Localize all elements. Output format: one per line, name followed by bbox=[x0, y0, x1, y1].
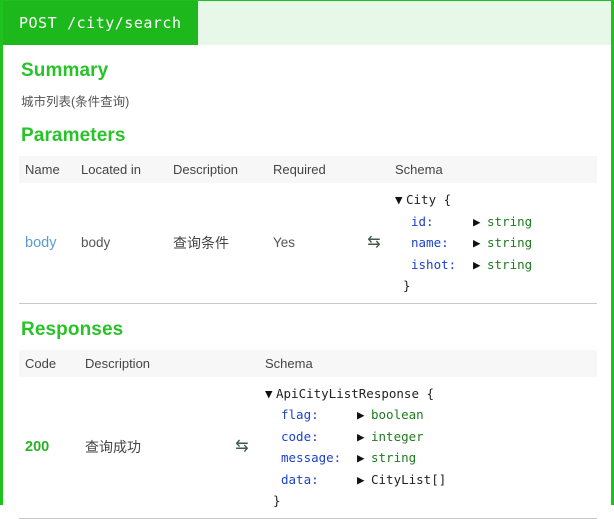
column-header-schema: Schema bbox=[395, 156, 597, 183]
column-header-spacer bbox=[219, 349, 265, 377]
parameter-name-cell: body bbox=[19, 183, 81, 303]
chevron-right-icon[interactable]: ▶ bbox=[357, 426, 371, 448]
response-code-cell: 200 bbox=[19, 377, 85, 518]
responses-heading: Responses bbox=[21, 318, 124, 340]
status-badge: 200 bbox=[25, 439, 50, 455]
column-header-description: Description bbox=[173, 156, 273, 183]
schema-open-brace: { bbox=[419, 385, 435, 401]
schema-tree-parameters: ▼ City { id: ▶ string name: ▶ string ishot: ▶ s… bbox=[395, 189, 597, 297]
chevron-right-icon[interactable]: ▶ bbox=[357, 469, 371, 491]
schema-property-key: data: bbox=[281, 471, 319, 487]
schema-property-type: boolean bbox=[371, 407, 424, 422]
responses-table: Code Description Schema 200 查询成功 ⇆ ▼ Api… bbox=[19, 349, 597, 518]
schema-property-key: message: bbox=[281, 450, 342, 465]
parameter-located-in-cell: body bbox=[81, 235, 111, 251]
response-schema-cell: ▼ ApiCityListResponse { flag: ▶ boolean cod… bbox=[265, 377, 597, 518]
schema-close-brace: } bbox=[403, 278, 411, 293]
parameters-table-head: Name Located in Description Required Sch… bbox=[19, 156, 597, 183]
schema-model-name: City bbox=[406, 192, 437, 207]
schema-property-row: message: ▶ string bbox=[265, 447, 597, 469]
column-header-spacer bbox=[353, 156, 395, 183]
responses-table-head: Code Description Schema bbox=[19, 349, 597, 377]
schema-property-row: id: ▶ string bbox=[395, 211, 597, 233]
schema-property-row: name: ▶ string bbox=[395, 232, 597, 254]
swap-icon[interactable]: ⇆ bbox=[367, 234, 380, 251]
swap-icon[interactable]: ⇆ bbox=[235, 438, 248, 455]
column-header-located-in: Located in bbox=[81, 156, 173, 183]
schema-property-key: name: bbox=[411, 235, 449, 250]
schema-property-type: string bbox=[371, 450, 417, 465]
parameter-required-text: Yes bbox=[273, 235, 296, 251]
table-row: body body 查询条件 Yes ⇆ ▼ City {id: ▶ stri… bbox=[19, 183, 597, 303]
response-description-text: 查询成功 bbox=[85, 439, 141, 455]
parameter-required-cell: Yes bbox=[273, 183, 353, 303]
chevron-right-icon[interactable]: ▶ bbox=[357, 447, 371, 469]
endpoint-method-tab[interactable]: POST /city/search bbox=[3, 1, 198, 45]
parameters-section-divider bbox=[19, 302, 597, 304]
chevron-right-icon[interactable]: ▶ bbox=[473, 211, 487, 233]
parameter-name-link[interactable]: body bbox=[25, 235, 56, 251]
table-row: 200 查询成功 ⇆ ▼ ApiCityListResponse {flag:… bbox=[19, 377, 597, 518]
schema-close-brace: } bbox=[273, 493, 281, 508]
chevron-down-icon[interactable]: ▼ bbox=[395, 189, 406, 211]
schema-tree-responses: ▼ ApiCityListResponse { flag: ▶ boolean cod… bbox=[265, 383, 597, 512]
schema-model-name: ApiCityListResponse bbox=[276, 385, 419, 401]
column-header-name: Name bbox=[19, 156, 81, 183]
chevron-right-icon[interactable]: ▶ bbox=[357, 404, 371, 426]
schema-property-type: string bbox=[487, 235, 533, 250]
chevron-down-icon[interactable]: ▼ bbox=[265, 383, 276, 405]
endpoint-body: Summary 城市列表(条件查询) Parameters Name Locat… bbox=[3, 60, 611, 519]
responses-header-row: Code Description Schema bbox=[19, 349, 597, 377]
response-schema-toggle-cell: ⇆ bbox=[219, 377, 265, 518]
schema-open-brace: { bbox=[436, 192, 452, 207]
column-header-required: Required bbox=[273, 156, 353, 183]
parameters-header-row: Name Located in Description Required Sch… bbox=[19, 156, 597, 183]
column-header-code: Code bbox=[19, 349, 85, 377]
schema-property-key: flag: bbox=[281, 407, 319, 422]
schema-property-key: code: bbox=[281, 428, 319, 444]
parameters-table: Name Located in Description Required Sch… bbox=[19, 156, 597, 303]
endpoint-header-strip: POST /city/search bbox=[3, 1, 611, 45]
schema-property-row: data: ▶ CityList[] bbox=[265, 469, 597, 491]
parameters-table-body: body body 查询条件 Yes ⇆ ▼ City {id: ▶ stri… bbox=[19, 183, 597, 303]
column-header-description: Description bbox=[85, 349, 219, 377]
schema-property-type: string bbox=[487, 256, 533, 272]
schema-property-row: code: ▶ integer bbox=[265, 426, 597, 448]
endpoint-path-label: /city/search bbox=[67, 14, 182, 32]
schema-property-key: id: bbox=[411, 213, 434, 229]
chevron-right-icon[interactable]: ▶ bbox=[473, 254, 487, 276]
schema-property-type: integer bbox=[371, 428, 424, 444]
chevron-right-icon[interactable]: ▶ bbox=[473, 232, 487, 254]
schema-property-type[interactable]: CityList[] bbox=[371, 472, 446, 487]
schema-model-line: ▼ ApiCityListResponse { bbox=[265, 386, 434, 401]
schema-model-line: ▼ City { bbox=[395, 192, 451, 207]
schema-property-type: string bbox=[487, 213, 533, 229]
summary-description: 城市列表(条件查询) bbox=[21, 95, 130, 109]
responses-section-divider bbox=[19, 517, 597, 519]
api-endpoint-panel: POST /city/search Summary 城市列表(条件查询) Par… bbox=[0, 0, 614, 519]
parameter-description-text: 查询条件 bbox=[173, 234, 229, 251]
schema-property-row: flag: ▶ boolean bbox=[265, 404, 597, 426]
column-header-schema: Schema bbox=[265, 349, 597, 377]
parameter-schema-cell: ▼ City { id: ▶ string name: ▶ string ishot: ▶ s… bbox=[395, 183, 597, 303]
parameters-heading: Parameters bbox=[21, 125, 126, 146]
responses-table-body: 200 查询成功 ⇆ ▼ ApiCityListResponse {flag:… bbox=[19, 377, 597, 518]
schema-property-key: ishot: bbox=[411, 256, 457, 272]
parameter-description-cell: 查询条件 bbox=[173, 183, 273, 303]
parameter-schema-toggle-cell: ⇆ bbox=[353, 183, 395, 303]
schema-property-row: ishot: ▶ string bbox=[395, 254, 597, 276]
response-description-cell: 查询成功 bbox=[85, 377, 219, 518]
summary-heading: Summary bbox=[21, 60, 109, 81]
http-method-label: POST bbox=[19, 14, 58, 32]
